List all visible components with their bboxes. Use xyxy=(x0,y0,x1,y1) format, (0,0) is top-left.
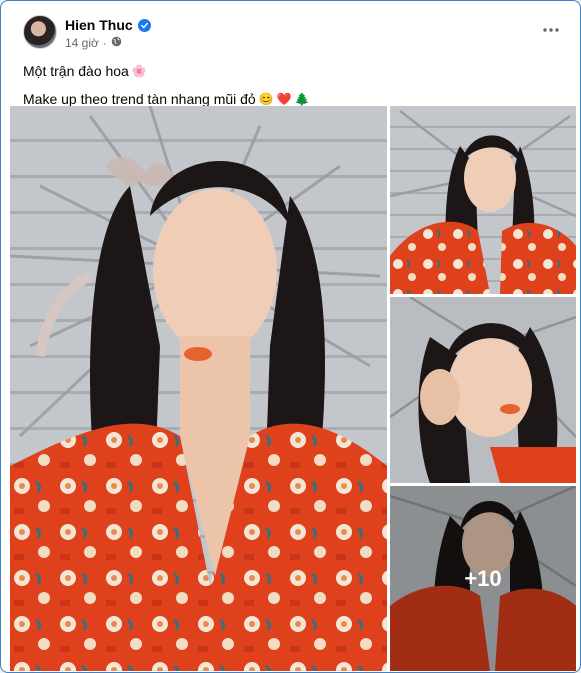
photo-thumb-3[interactable]: +10 xyxy=(390,486,576,671)
verified-badge-icon xyxy=(137,18,151,32)
post-text-line-1: Một trận đào hoa 🌸 xyxy=(23,57,564,85)
more-options-button[interactable] xyxy=(538,19,564,41)
author-row: Hien Thuc xyxy=(65,17,151,33)
meta-separator: · xyxy=(102,36,107,50)
avatar[interactable] xyxy=(23,15,57,49)
photo-thumb-2[interactable] xyxy=(390,297,576,483)
photo-main[interactable] xyxy=(10,106,387,671)
more-dots-icon xyxy=(543,28,559,32)
post-text: Một trận đào hoa 🌸 Make up theo trend tà… xyxy=(23,57,564,113)
post-time[interactable]: 14 giờ xyxy=(65,36,99,50)
photo-thumb-1[interactable] xyxy=(390,106,576,294)
post-header: Hien Thuc 14 giờ · xyxy=(23,15,564,55)
red-heart-emoji: ❤️ xyxy=(276,92,292,106)
cherry-blossom-emoji: 🌸 xyxy=(131,64,147,78)
author-name[interactable]: Hien Thuc xyxy=(65,17,133,33)
more-photos-overlay[interactable]: +10 xyxy=(390,486,576,671)
smiling-emoji: 😊 xyxy=(258,92,274,106)
public-globe-icon xyxy=(111,36,122,50)
evergreen-tree-emoji: 🌲 xyxy=(294,92,310,106)
post-card: Hien Thuc 14 giờ · Một trận đào hoa 🌸 Ma… xyxy=(0,0,581,673)
more-photos-count: +10 xyxy=(464,565,502,591)
post-meta: 14 giờ · xyxy=(65,36,122,50)
post-text-1: Một trận đào hoa xyxy=(23,63,129,79)
